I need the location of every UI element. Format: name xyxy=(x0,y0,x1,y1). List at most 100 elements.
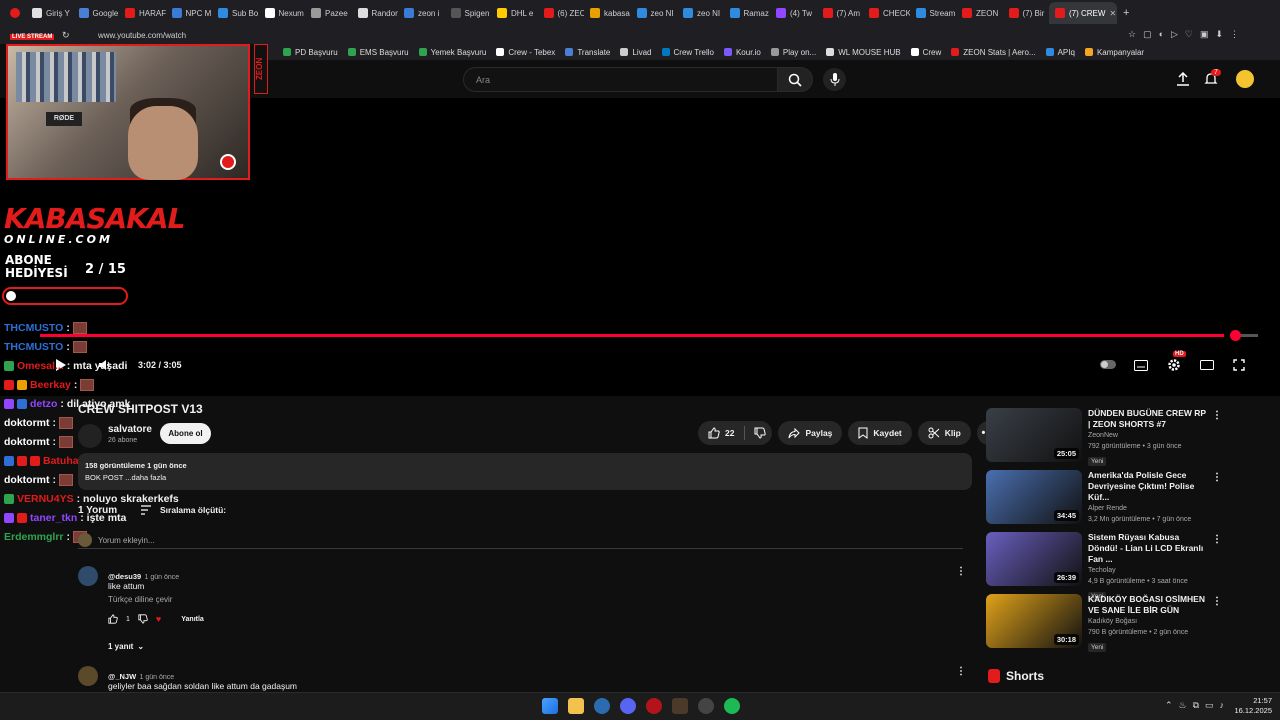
steam-icon[interactable] xyxy=(698,698,714,714)
video-thumbnail[interactable]: 34:45 xyxy=(986,470,1082,524)
system-tray-icons[interactable]: ⌃♨⧉▭♪ xyxy=(1165,700,1230,711)
new-tab-button[interactable]: + xyxy=(1117,2,1135,24)
browser-tab[interactable]: Spigen xyxy=(445,2,492,24)
search-button[interactable] xyxy=(777,67,813,92)
video-thumbnail[interactable]: 25:05 xyxy=(986,408,1082,462)
channel-avatar[interactable] xyxy=(78,424,102,448)
show-replies-button[interactable]: 1 yanıt ⌄ xyxy=(108,642,144,651)
video-menu-icon[interactable]: ⋮ xyxy=(1212,596,1222,607)
comment-time[interactable]: 1 gün önce xyxy=(145,574,180,581)
reload-icon[interactable]: ↻ xyxy=(62,30,70,41)
browser-tab[interactable]: (4) Tw xyxy=(770,2,817,24)
bookmark-item[interactable]: PD Başvuru xyxy=(278,48,343,57)
browser-tab[interactable]: Stream xyxy=(910,2,957,24)
bookmark-item[interactable]: WL MOUSE HUB xyxy=(821,48,905,57)
bookmark-item[interactable]: Livad xyxy=(615,48,656,57)
video-channel[interactable]: Kadıköy Boğası xyxy=(1088,616,1208,627)
fullscreen-button[interactable] xyxy=(1230,356,1248,374)
url-text[interactable]: www.youtube.com/watch xyxy=(98,31,186,40)
commenter-avatar[interactable] xyxy=(78,666,98,686)
app-icon[interactable] xyxy=(672,698,688,714)
browser-tab[interactable]: Randon xyxy=(352,2,398,24)
video-title[interactable]: Amerika'da Polisle Gece Devriyesine Çıkt… xyxy=(1088,470,1208,503)
comment-like-icon[interactable] xyxy=(108,614,118,624)
comment-dislike-icon[interactable] xyxy=(138,614,148,624)
browser-tab[interactable]: zeon i xyxy=(398,2,445,24)
bookmark-item[interactable]: EMS Başvuru xyxy=(343,48,414,57)
notifications-button[interactable]: 7 xyxy=(1204,69,1221,89)
close-tab-icon[interactable]: ✕ xyxy=(1109,9,1116,18)
spotify-icon[interactable] xyxy=(724,698,740,714)
browser-tab[interactable]: ZEON xyxy=(956,2,1003,24)
bookmark-item[interactable]: Kampanyalar xyxy=(1080,48,1149,57)
thumbs-down-icon[interactable] xyxy=(754,427,767,439)
save-button[interactable]: Kaydet xyxy=(848,421,912,445)
autoplay-toggle[interactable] xyxy=(1100,360,1116,369)
discord-icon[interactable] xyxy=(620,698,636,714)
vpn-app-icon[interactable] xyxy=(594,698,610,714)
browser-tab[interactable]: DHL e xyxy=(491,2,538,24)
bookmark-item[interactable]: APIq xyxy=(1041,48,1080,57)
comment-menu-icon[interactable]: ⋮ xyxy=(956,566,966,577)
video-channel[interactable]: Alper Rende xyxy=(1088,503,1208,514)
voice-search-button[interactable] xyxy=(823,68,846,91)
video-menu-icon[interactable]: ⋮ xyxy=(1212,472,1222,483)
bookmark-item[interactable]: Crew Trello xyxy=(657,48,719,57)
browser-tab[interactable]: kabasa xyxy=(584,2,631,24)
browser-tab[interactable]: (7) Am xyxy=(817,2,864,24)
recommended-video[interactable]: 26:39 Sistem Rüyası Kabusa Döndü! - Lian … xyxy=(986,532,1246,601)
upload-button[interactable] xyxy=(1176,71,1190,89)
theater-mode-button[interactable] xyxy=(1198,356,1216,374)
browser-tab[interactable]: Sub Bo xyxy=(212,2,259,24)
bookmark-item[interactable]: Translate xyxy=(560,48,615,57)
browser-tab[interactable]: Pazee xyxy=(305,2,352,24)
bookmark-item[interactable]: Crew - Tebex xyxy=(491,48,560,57)
settings-button[interactable]: HD xyxy=(1165,351,1186,374)
clip-button[interactable]: Klip xyxy=(917,421,971,445)
file-explorer-icon[interactable] xyxy=(568,698,584,714)
opera-menu-icon[interactable] xyxy=(4,2,26,24)
video-menu-icon[interactable]: ⋮ xyxy=(1212,534,1222,545)
channel-name[interactable]: salvatore xyxy=(108,424,152,435)
subscribe-button[interactable]: Abone ol xyxy=(160,423,211,444)
browser-tab[interactable]: zeo NI xyxy=(631,2,678,24)
video-title[interactable]: KADIKÖY BOĞASI OSİMHEN VE SANE İLE BİR G… xyxy=(1088,594,1208,616)
start-menu-icon[interactable] xyxy=(542,698,558,714)
translate-link[interactable]: Türkçe diline çevir xyxy=(108,595,172,604)
video-title[interactable]: Sistem Rüyası Kabusa Döndü! - Lian Li LC… xyxy=(1088,532,1208,565)
bookmark-item[interactable]: Yemek Başvuru xyxy=(414,48,492,57)
progress-scrubber[interactable] xyxy=(1230,330,1241,341)
like-button[interactable]: 22 xyxy=(698,421,773,445)
comment-menu-icon[interactable]: ⋮ xyxy=(956,666,966,677)
browser-tab[interactable]: Ramaz xyxy=(724,2,771,24)
comment-username[interactable]: @desu39 xyxy=(108,572,141,581)
taskbar-clock[interactable]: 21:57 16.12.2025 xyxy=(1228,696,1272,716)
recommended-video[interactable]: 30:18 KADIKÖY BOĞASI OSİMHEN VE SANE İLE … xyxy=(986,594,1246,652)
browser-tab[interactable]: CHECK xyxy=(863,2,910,24)
browser-tab[interactable]: Giriş Y xyxy=(26,2,73,24)
browser-tab[interactable]: (7) Bir xyxy=(1003,2,1050,24)
account-avatar[interactable] xyxy=(1236,70,1254,88)
search-input[interactable]: Ara xyxy=(463,67,778,92)
browser-tab[interactable]: Google xyxy=(73,2,120,24)
add-comment-field[interactable]: Yorum ekleyin... xyxy=(78,533,963,549)
browser-tab[interactable]: HARAF xyxy=(119,2,166,24)
bookmark-item[interactable]: Kour.io xyxy=(719,48,766,57)
browser-tab[interactable]: zeo NI xyxy=(677,2,724,24)
share-button[interactable]: Paylaş xyxy=(778,421,843,445)
bookmark-item[interactable]: Play on... xyxy=(766,48,821,57)
subtitles-button[interactable] xyxy=(1132,356,1150,374)
bookmark-item[interactable]: ZEON Stats | Aero... xyxy=(946,48,1040,57)
sort-comments-button[interactable]: Sıralama ölçütü: xyxy=(140,505,226,515)
browser-tab[interactable]: NPC M xyxy=(166,2,213,24)
extension-icons[interactable]: ☆▢◐▷♡▣⬇⋮ xyxy=(1128,29,1246,40)
recommended-video[interactable]: 34:45 Amerika'da Polisle Gece Devriyesine… xyxy=(986,470,1246,526)
video-title[interactable]: DÜNDEN BUGÜNE CREW RP | ZEON SHORTS #7 xyxy=(1088,408,1208,430)
commenter-avatar[interactable] xyxy=(78,566,98,586)
browser-tab[interactable]: (7) CREW ✕ xyxy=(1049,2,1117,24)
video-description[interactable]: 158 görüntüleme 1 gün önce BOK POST ...d… xyxy=(78,453,972,490)
bookmark-item[interactable]: Crew xyxy=(906,48,947,57)
browser-tab[interactable]: Nexum xyxy=(259,2,306,24)
browser-tab[interactable]: (6) ZEO xyxy=(538,2,584,24)
video-channel[interactable]: ZeonNew xyxy=(1088,430,1208,441)
